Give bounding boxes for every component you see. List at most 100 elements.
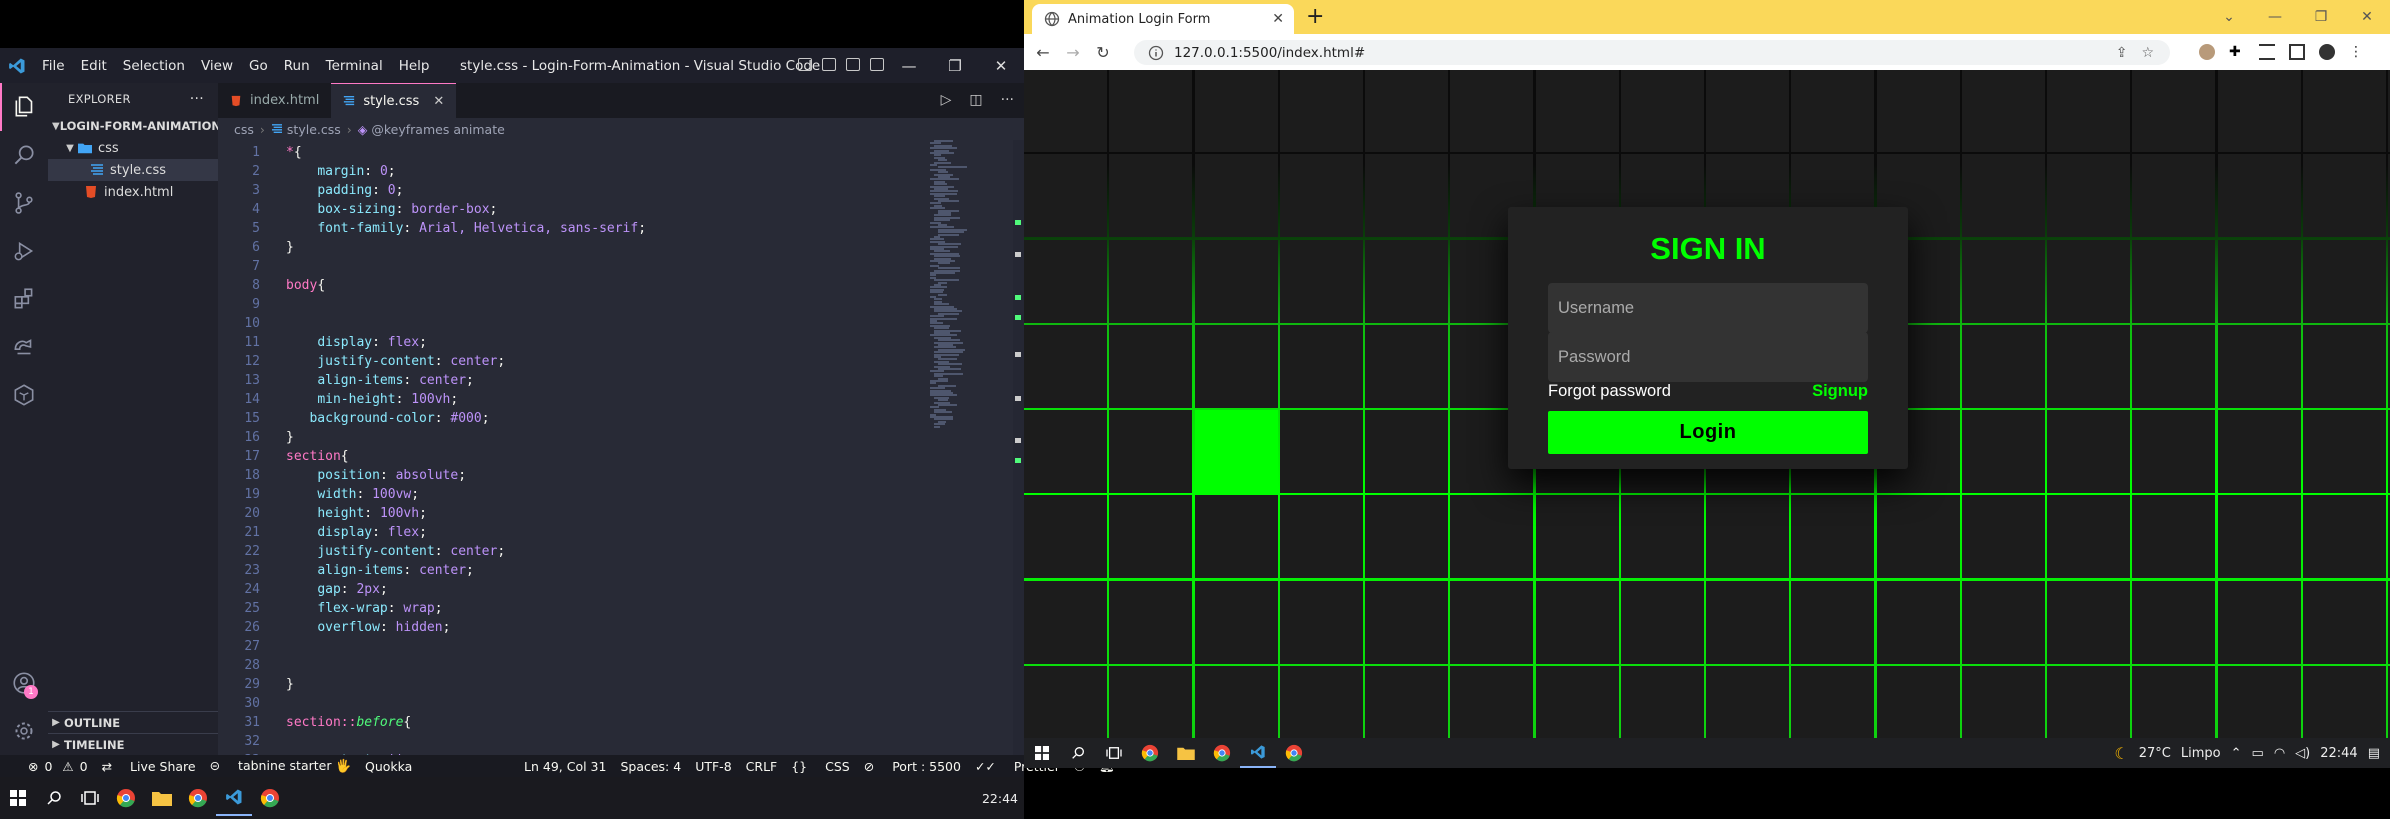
timeline-section[interactable]: ▶ TIMELINE [48, 733, 218, 755]
extensions-icon[interactable] [0, 275, 48, 323]
system-clock[interactable]: 22:44 [2320, 746, 2357, 761]
encoding[interactable]: UTF-8 [695, 759, 731, 774]
more-actions-icon[interactable]: ··· [190, 91, 204, 107]
editor-scrollbar[interactable] [1013, 140, 1024, 755]
vscode-taskbar-icon[interactable] [1240, 738, 1276, 768]
breadcrumb-file[interactable]: style.css [287, 122, 341, 137]
search-icon[interactable] [1060, 738, 1096, 768]
notifications-icon[interactable]: ▤ [2368, 746, 2380, 761]
extension-icon[interactable] [2199, 44, 2215, 60]
puzzle-extensions-icon[interactable]: ✚ [2229, 44, 2245, 60]
file-explorer-icon[interactable] [144, 780, 180, 816]
back-arrow-icon[interactable]: ← [1028, 43, 1058, 62]
minimize-icon[interactable]: — [886, 48, 932, 83]
split-editor-icon[interactable]: ◫ [969, 92, 982, 108]
menu-selection[interactable]: Selection [115, 58, 193, 74]
outline-section[interactable]: ▶ OUTLINE [48, 711, 218, 733]
forward-arrow-icon[interactable]: → [1058, 43, 1088, 62]
chrome-icon[interactable] [108, 780, 144, 816]
signup-link[interactable]: Signup [1812, 382, 1868, 401]
taskbar-clock[interactable]: 22:44 [982, 791, 1018, 806]
chrome-icon[interactable] [1204, 738, 1240, 768]
login-button[interactable]: Login [1548, 411, 1868, 454]
search-icon[interactable] [36, 780, 72, 816]
close-tab-icon[interactable]: ✕ [1272, 11, 1284, 27]
task-view-icon[interactable] [72, 780, 108, 816]
settings-gear-icon[interactable] [0, 707, 48, 755]
live-share-status[interactable]: ⇄ Live Share [102, 759, 196, 774]
address-bar[interactable]: 127.0.0.1:5500/index.html# ⇪ ☆ [1134, 40, 2170, 65]
minimap[interactable] [926, 140, 1016, 440]
wifi-icon[interactable]: ◠ [2274, 746, 2285, 761]
menu-file[interactable]: File [34, 58, 73, 74]
remote-explorer-icon[interactable] [0, 323, 48, 371]
quokka-status[interactable]: Quokka [365, 759, 412, 774]
username-input[interactable]: Username [1548, 283, 1868, 333]
bookmark-star-icon[interactable]: ☆ [2141, 45, 2154, 61]
chevron-down-icon[interactable]: ⌄ [2206, 0, 2252, 34]
tree-item-css-folder[interactable]: ▼ css [48, 137, 218, 159]
more-actions-icon[interactable]: ··· [1001, 92, 1014, 108]
breadcrumb-css[interactable]: css [234, 122, 254, 137]
chevron-up-icon[interactable]: ⌃ [2231, 746, 2242, 761]
toggle-secondary-sidebar-icon[interactable] [846, 58, 860, 71]
search-icon[interactable] [0, 131, 48, 179]
chrome-icon[interactable] [180, 780, 216, 816]
temperature[interactable]: 27°C [2139, 746, 2171, 761]
tabnine-status[interactable]: ⊝ tabnine starter 🖐 [210, 758, 351, 774]
menu-run[interactable]: Run [276, 58, 318, 74]
chrome-icon[interactable] [1276, 738, 1312, 768]
browser-tab[interactable]: Animation Login Form ✕ [1032, 4, 1294, 34]
menu-help[interactable]: Help [391, 58, 438, 74]
tree-item-index-html[interactable]: index.html [48, 181, 218, 203]
battery-icon[interactable]: ▭ [2252, 746, 2264, 761]
close-icon[interactable]: ✕ [2344, 0, 2390, 34]
new-tab-icon[interactable]: + [1306, 4, 1324, 29]
chrome-icon[interactable] [252, 780, 288, 816]
menu-view[interactable]: View [193, 58, 241, 74]
kebab-menu-icon[interactable]: ⋮ [2349, 44, 2365, 60]
reload-icon[interactable]: ↻ [1088, 43, 1118, 62]
chrome-icon[interactable] [1132, 738, 1168, 768]
tab-style-css[interactable]: style.css ✕ [331, 83, 457, 118]
code-editor[interactable]: 1 *{2 margin: 0; 3 padding: 0; 4 box-sizing… [218, 140, 1024, 755]
profile-avatar[interactable] [2319, 44, 2335, 60]
problems-indicator[interactable]: ⊗ 0 ⚠ 0 [14, 759, 88, 774]
customize-layout-icon[interactable] [870, 58, 884, 71]
reading-list-icon[interactable] [2259, 44, 2275, 60]
toggle-sidebar-icon[interactable] [798, 58, 812, 71]
accounts-icon[interactable]: 1 [0, 659, 48, 707]
restore-icon[interactable]: ❐ [932, 48, 978, 83]
language-mode[interactable]: {} CSS [791, 759, 850, 774]
live-share-icon[interactable] [0, 371, 48, 419]
toggle-panel-icon[interactable] [822, 58, 836, 71]
windows-start-icon[interactable] [0, 780, 36, 816]
minimize-icon[interactable]: — [2252, 0, 2298, 34]
project-root[interactable]: ▼ LOGIN-FORM-ANIMATION [48, 115, 221, 137]
breadcrumb-symbol[interactable]: @keyframes animate [371, 122, 504, 137]
restore-icon[interactable]: ❐ [2298, 0, 2344, 34]
close-icon[interactable]: ✕ [978, 48, 1024, 83]
tab-index-html[interactable]: index.html [218, 83, 331, 118]
share-icon[interactable]: ⇪ [2116, 45, 2128, 61]
file-explorer-icon[interactable] [1168, 738, 1204, 768]
windows-start-icon[interactable] [1024, 738, 1060, 768]
side-panel-icon[interactable] [2289, 44, 2305, 60]
menu-go[interactable]: Go [241, 58, 276, 74]
weather-moon-icon[interactable]: ☾ [2114, 744, 2128, 763]
password-input[interactable]: Password [1548, 332, 1868, 382]
task-view-icon[interactable] [1096, 738, 1132, 768]
vscode-taskbar-icon[interactable] [216, 780, 252, 816]
weather-condition[interactable]: Limpo [2181, 746, 2221, 761]
volume-icon[interactable]: ◁) [2295, 746, 2310, 761]
close-tab-icon[interactable]: ✕ [433, 94, 444, 109]
cursor-position[interactable]: Ln 49, Col 31 [524, 759, 606, 774]
menu-edit[interactable]: Edit [73, 58, 115, 74]
live-server-port[interactable]: ⊘ Port : 5500 [864, 759, 961, 774]
run-icon[interactable]: ▷ [941, 92, 952, 108]
indentation[interactable]: Spaces: 4 [620, 759, 681, 774]
run-debug-icon[interactable] [0, 227, 48, 275]
menu-terminal[interactable]: Terminal [318, 58, 391, 74]
forgot-password-link[interactable]: Forgot password [1548, 382, 1671, 401]
line-ending[interactable]: CRLF [746, 759, 778, 774]
